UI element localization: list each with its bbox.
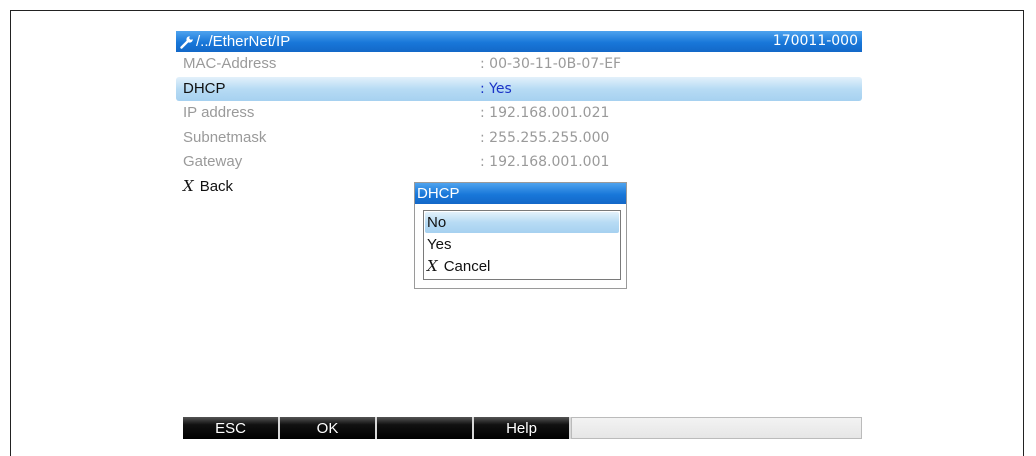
menu-row-subnetmask[interactable]: Subnetmask : 255.255.255.000: [176, 126, 862, 150]
menu-row-dhcp[interactable]: DHCP : Yes: [176, 77, 862, 101]
menu-row-value: : 192.168.001.001: [480, 154, 610, 170]
cancel-label: Cancel: [443, 258, 491, 275]
wrench-icon: [180, 35, 193, 49]
device-screen: /../EtherNet/IP 170011-000 MAC-Address :…: [176, 31, 862, 441]
cancel-x-icon: X: [427, 257, 438, 275]
title-bar: /../EtherNet/IP 170011-000: [176, 31, 862, 52]
menu-row-value: : 255.255.255.000: [480, 130, 610, 146]
menu-row-label: Gateway: [183, 153, 243, 170]
option-cancel[interactable]: X Cancel: [425, 256, 619, 277]
menu-row-label: MAC-Address: [183, 55, 277, 72]
menu-row-mac-address[interactable]: MAC-Address : 00-30-11-0B-07-EF: [176, 52, 862, 76]
option-yes[interactable]: Yes: [425, 234, 619, 255]
help-softkey[interactable]: Help: [474, 417, 571, 439]
blank-softkey[interactable]: [377, 417, 474, 439]
menu-row-value: : 00-30-11-0B-07-EF: [480, 56, 622, 72]
option-no[interactable]: No: [425, 212, 619, 233]
menu-row-value: : Yes: [480, 81, 512, 97]
dhcp-selection-dialog: DHCP No Yes X Cancel: [414, 182, 627, 289]
menu-row-gateway[interactable]: Gateway : 192.168.001.001: [176, 150, 862, 174]
empty-softkey: [571, 417, 862, 439]
menu-row-value: : 192.168.001.021: [480, 105, 610, 121]
back-x-icon: X: [183, 177, 194, 195]
menu-row-label: Subnetmask: [183, 129, 267, 146]
ok-softkey[interactable]: OK: [280, 417, 377, 439]
softkey-bar: ESC OK Help: [183, 417, 862, 439]
menu-row-ip-address[interactable]: IP address : 192.168.001.021: [176, 101, 862, 125]
back-label: Back: [199, 178, 234, 195]
device-code: 170011-000: [772, 33, 858, 49]
breadcrumb: /../EtherNet/IP: [180, 31, 290, 52]
menu-row-label: IP address: [183, 104, 255, 121]
dialog-title: DHCP: [415, 183, 626, 204]
esc-softkey[interactable]: ESC: [183, 417, 280, 439]
menu-row-label: DHCP: [183, 80, 226, 97]
breadcrumb-path: /../EtherNet/IP: [196, 33, 291, 50]
dialog-option-list: No Yes X Cancel: [423, 210, 621, 280]
